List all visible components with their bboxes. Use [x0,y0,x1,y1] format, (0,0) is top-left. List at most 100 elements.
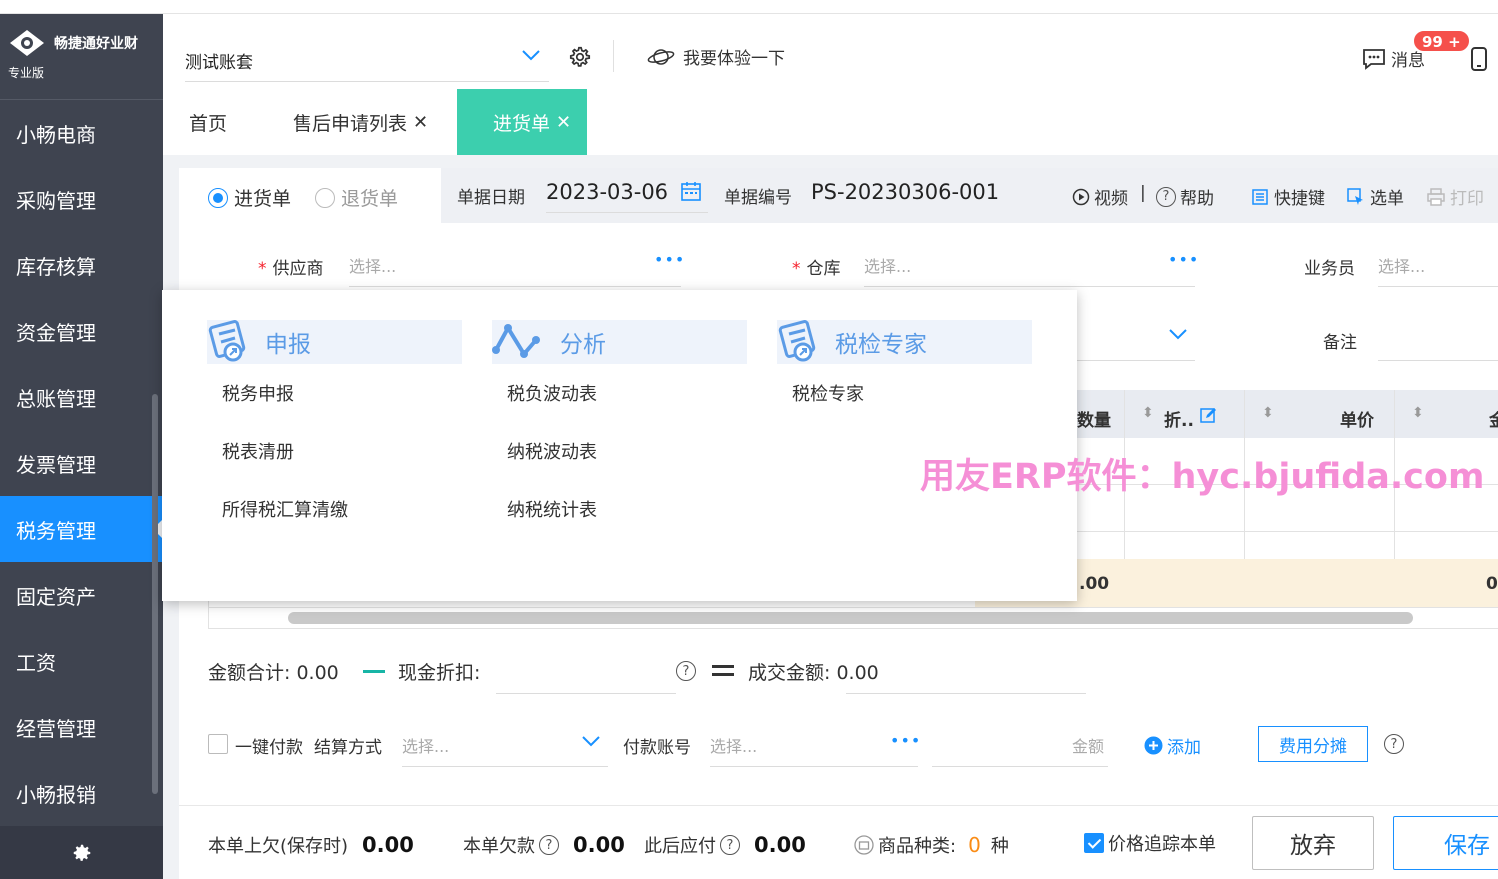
radio-purchase[interactable]: 进货单 [208,184,291,211]
mobile-button[interactable] [1469,46,1489,77]
account-selector[interactable]: 测试账套 [185,42,549,82]
minus-icon [363,670,385,673]
cash-discount-input[interactable] [496,693,676,694]
edit-icon[interactable] [1200,407,1217,424]
remark-underline [1378,360,1498,361]
type-radio-group: 进货单 退货单 [208,184,398,211]
help-button[interactable]: ? 帮助 [1156,184,1214,209]
sidebar-item-funds[interactable]: 资金管理 [0,298,163,364]
shortcut-label: 快捷键 [1274,189,1325,209]
radio-return[interactable]: 退货单 [315,184,398,211]
help-icon[interactable]: ? [1384,734,1404,754]
chevron-down-icon[interactable] [1168,327,1188,341]
menu-item-tax-declare[interactable]: 税务申报 [222,364,462,422]
sidebar-item-label: 税务管理 [16,518,96,543]
more-dots-icon[interactable]: ••• [890,731,921,750]
save-button[interactable]: 保存 [1393,816,1498,870]
sidebar-item-operations[interactable]: 经营管理 [0,694,163,760]
amount-underline [932,766,1108,767]
item-types: 商品种类: 0 种 [854,832,1009,858]
video-button[interactable]: 视频 [1072,184,1128,209]
remark-label: 备注 [1323,333,1357,353]
close-icon[interactable]: ✕ [556,112,571,133]
select-icon [1347,187,1363,205]
sidebar-item-label: 库存核算 [16,254,96,279]
supplier-input[interactable]: 选择... [349,253,396,277]
pay-account-label: 付款账号 [623,738,691,758]
help-icon: ? [1156,186,1176,207]
try-experience-button[interactable]: 我要体验一下 [647,44,785,69]
sidebar-item-tax[interactable]: 税务管理 [0,496,163,562]
sidebar-item-fixed-assets[interactable]: 固定资产 [0,562,163,628]
logo-mark-icon [10,30,44,56]
menu-item-tax-payment-fluctuation[interactable]: 纳税波动表 [507,422,747,480]
sidebar-settings-button[interactable] [0,826,163,879]
sidebar-scrollbar[interactable] [152,394,158,794]
settlement-underline [402,766,608,767]
one-click-pay-label: 一键付款 [235,738,303,758]
sidebar-item-inventory[interactable]: 库存核算 [0,232,163,298]
select-order-button[interactable]: 选单 [1346,184,1404,209]
help-icon[interactable]: ? [539,835,559,855]
deal-amount-underline [846,693,1086,694]
gear-icon [569,46,591,67]
price-track-checkbox[interactable]: 价格追踪本单 [1084,830,1216,856]
grid-line [1077,531,1498,532]
amount-input[interactable]: 金额 [1072,733,1104,757]
menu-item-tax-statistics[interactable]: 纳税统计表 [507,480,747,538]
pay-account-input[interactable]: 选择... [710,733,757,757]
date-input[interactable]: 2023-03-06 [546,180,668,204]
sort-icon[interactable]: ⬍ [1412,405,1424,421]
sort-icon[interactable]: ⬍ [1142,405,1154,421]
radio-dot [208,187,228,208]
calendar-icon[interactable] [680,180,702,202]
grid-line [208,628,1498,629]
give-up-button[interactable]: 放弃 [1252,816,1374,870]
submenu-title: 税检专家 [835,332,927,358]
tab-home[interactable]: 首页 [189,89,227,155]
price-track-label: 价格追踪本单 [1108,834,1216,855]
account-name: 测试账套 [185,53,253,73]
add-payment-button[interactable]: 添加 [1144,733,1201,758]
sidebar: 畅捷通好业财 专业版 小畅电商 采购管理 库存核算 资金管理 总账管理 发票管理… [0,14,163,879]
sidebar-item-purchase[interactable]: 采购管理 [0,166,163,232]
salesman-input[interactable]: 选择... [1378,253,1425,277]
summary-qty: .00 [1079,574,1110,594]
close-icon[interactable]: ✕ [413,112,428,133]
more-dots-icon[interactable]: ••• [1168,250,1199,269]
sidebar-item-reimburse[interactable]: 小畅报销 [0,760,163,826]
menu-item-tax-expert[interactable]: 税检专家 [792,364,1032,422]
one-click-pay-checkbox[interactable] [208,734,228,754]
menu-item-tax-burden-fluctuation[interactable]: 税负波动表 [507,364,747,422]
warehouse-input[interactable]: 选择... [864,253,911,277]
menu-item-tax-forms[interactable]: 税表清册 [222,422,462,480]
fee-allocation-button[interactable]: 费用分摊 [1258,726,1368,762]
sidebar-item-invoice[interactable]: 发票管理 [0,430,163,496]
table-horizontal-scrollbar[interactable] [288,612,1413,624]
sidebar-item-label: 小畅电商 [16,122,96,147]
warehouse-label: * 仓库 [792,259,841,279]
menu-item-income-tax-settlement[interactable]: 所得税汇算清缴 [222,480,462,538]
chevron-down-icon[interactable] [581,734,601,748]
message-count-badge: 99 + [1413,30,1470,52]
number-value: PS-20230306-001 [811,180,1000,204]
settlement-select[interactable]: 选择... [402,733,449,757]
help-icon[interactable]: ? [720,835,740,855]
sort-icon[interactable]: ⬍ [1262,405,1274,421]
sidebar-item-payroll[interactable]: 工资 [0,628,163,694]
more-dots-icon[interactable]: ••• [654,250,685,269]
radio-dot [315,187,336,208]
cash-discount-label: 现金折扣: [398,662,481,684]
sidebar-item-ledger[interactable]: 总账管理 [0,364,163,430]
messages-button[interactable]: 消息 [1361,46,1425,71]
print-button[interactable]: 打印 [1426,184,1484,209]
help-icon[interactable]: ? [676,661,696,681]
tab-after-sales[interactable]: 售后申请列表 ✕ [293,89,428,155]
tab-purchase-order[interactable]: 进货单 ✕ [457,89,588,155]
shortcut-button[interactable]: 快捷键 [1250,184,1325,209]
column-header-qty: 数量 [1077,411,1111,431]
sidebar-item-ecommerce[interactable]: 小畅电商 [0,100,163,166]
printer-icon [1427,187,1445,206]
account-settings-button[interactable] [567,44,593,75]
box-icon [854,835,874,855]
